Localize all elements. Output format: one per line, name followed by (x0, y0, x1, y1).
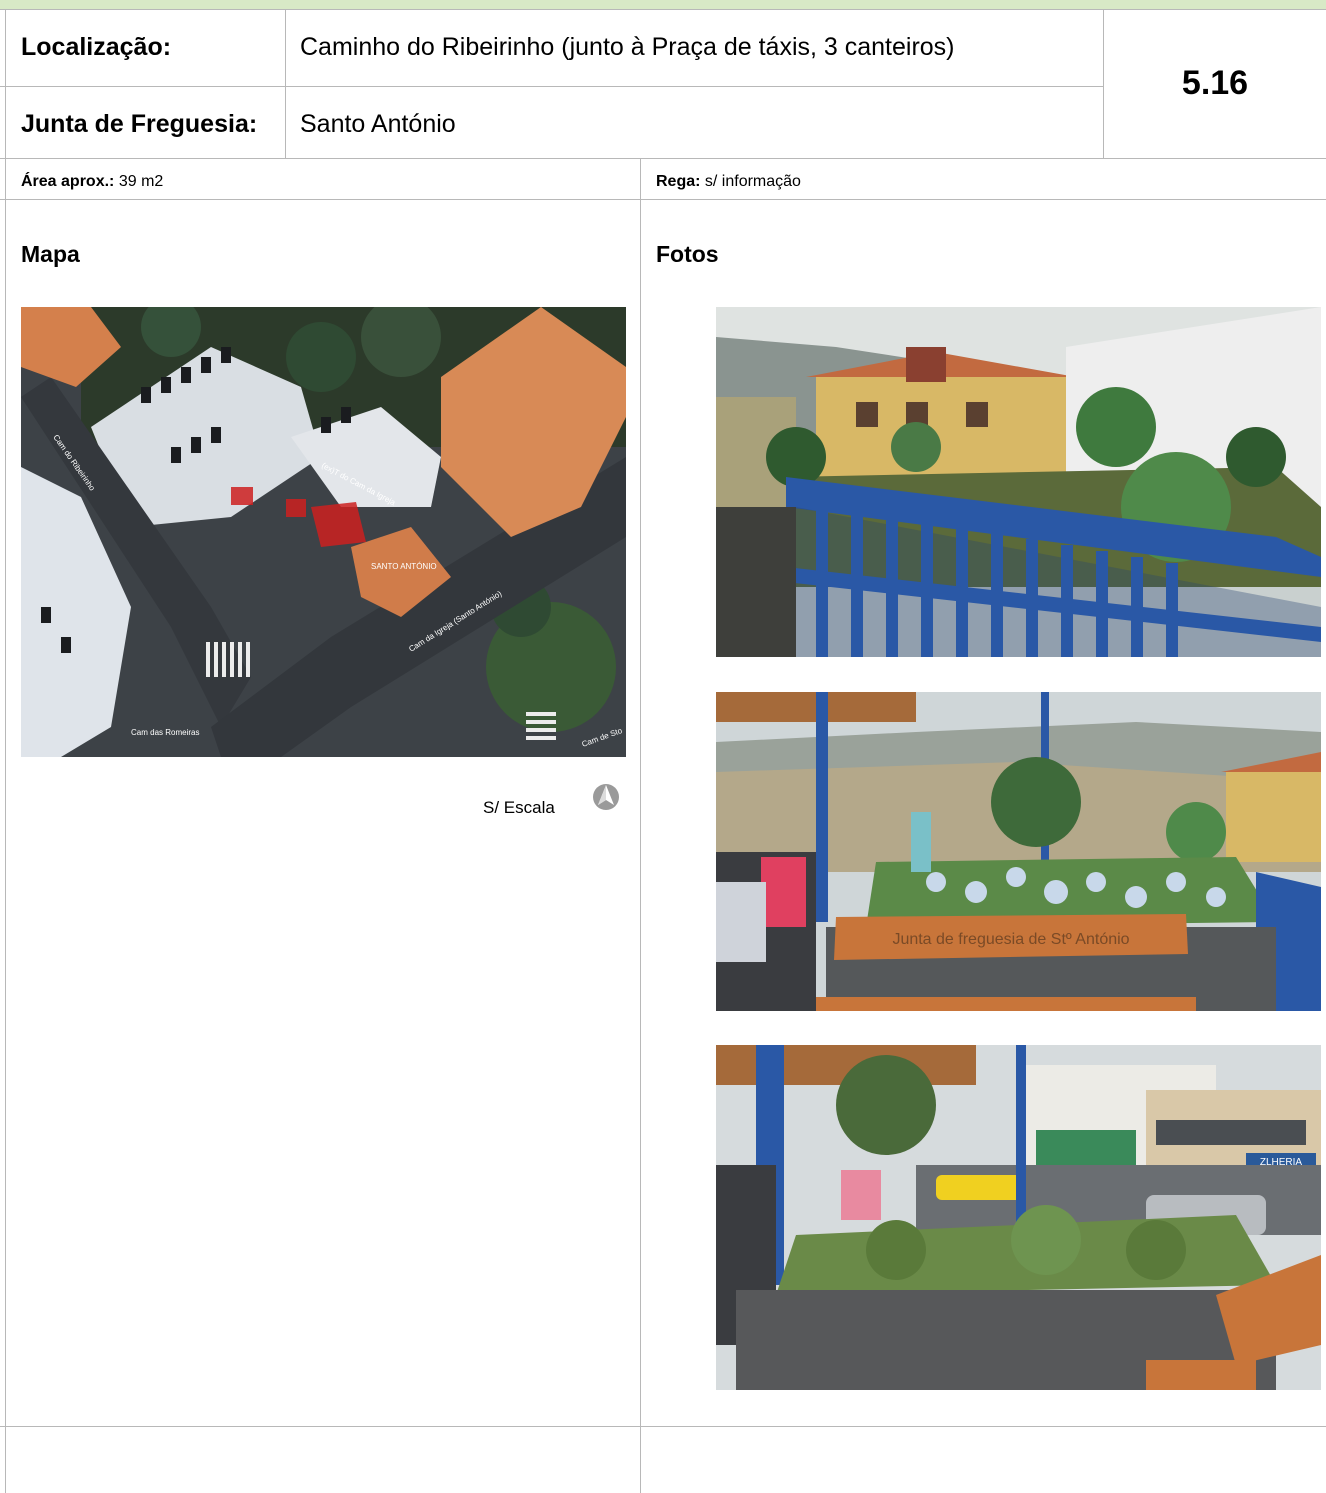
irrigation-label: Rega: (656, 173, 701, 190)
north-arrow-icon (592, 783, 620, 811)
location-value: Caminho do Ribeirinho (junto à Praça de … (300, 33, 955, 61)
irrigation-value: s/ informação (700, 173, 801, 190)
photos-section-title: Fotos (656, 241, 719, 267)
grid-line (5, 9, 6, 1493)
area-label: Área aprox.: (21, 173, 115, 190)
grid-line (0, 86, 1103, 87)
svg-text:SANTO ANTÓNIO: SANTO ANTÓNIO (371, 562, 437, 571)
grid-line (0, 158, 1326, 159)
grid-line (0, 199, 1326, 200)
photo-planter-railing (716, 307, 1321, 657)
parish-label: Junta de Freguesia: (21, 110, 258, 138)
area-value: 39 m2 (114, 173, 164, 190)
sheet-code: 5.16 (1181, 64, 1249, 102)
grid-line (0, 9, 1326, 10)
aerial-map: Cam do Ribeirinho (ex)T do Cam da Igreja… (21, 307, 626, 757)
bench-sign-text: Junta de freguesia de Stº António (892, 931, 1129, 948)
grid-line (640, 158, 641, 1493)
location-label: Localização: (21, 33, 172, 61)
svg-text:Cam das Romeiras: Cam das Romeiras (131, 728, 199, 737)
area-field: Área aprox.: 39 m2 (21, 173, 163, 191)
scale-note: S/ Escala (483, 798, 555, 817)
grid-line (0, 1426, 1326, 1427)
photo-street-planter: ZLHERIA (716, 1045, 1321, 1390)
grid-line (285, 9, 286, 158)
parish-value: Santo António (300, 110, 456, 138)
photo-flower-planter-bench: Junta de freguesia de Stº António (716, 692, 1321, 1011)
irrigation-field: Rega: s/ informação (656, 173, 801, 191)
map-section-title: Mapa (21, 241, 80, 267)
